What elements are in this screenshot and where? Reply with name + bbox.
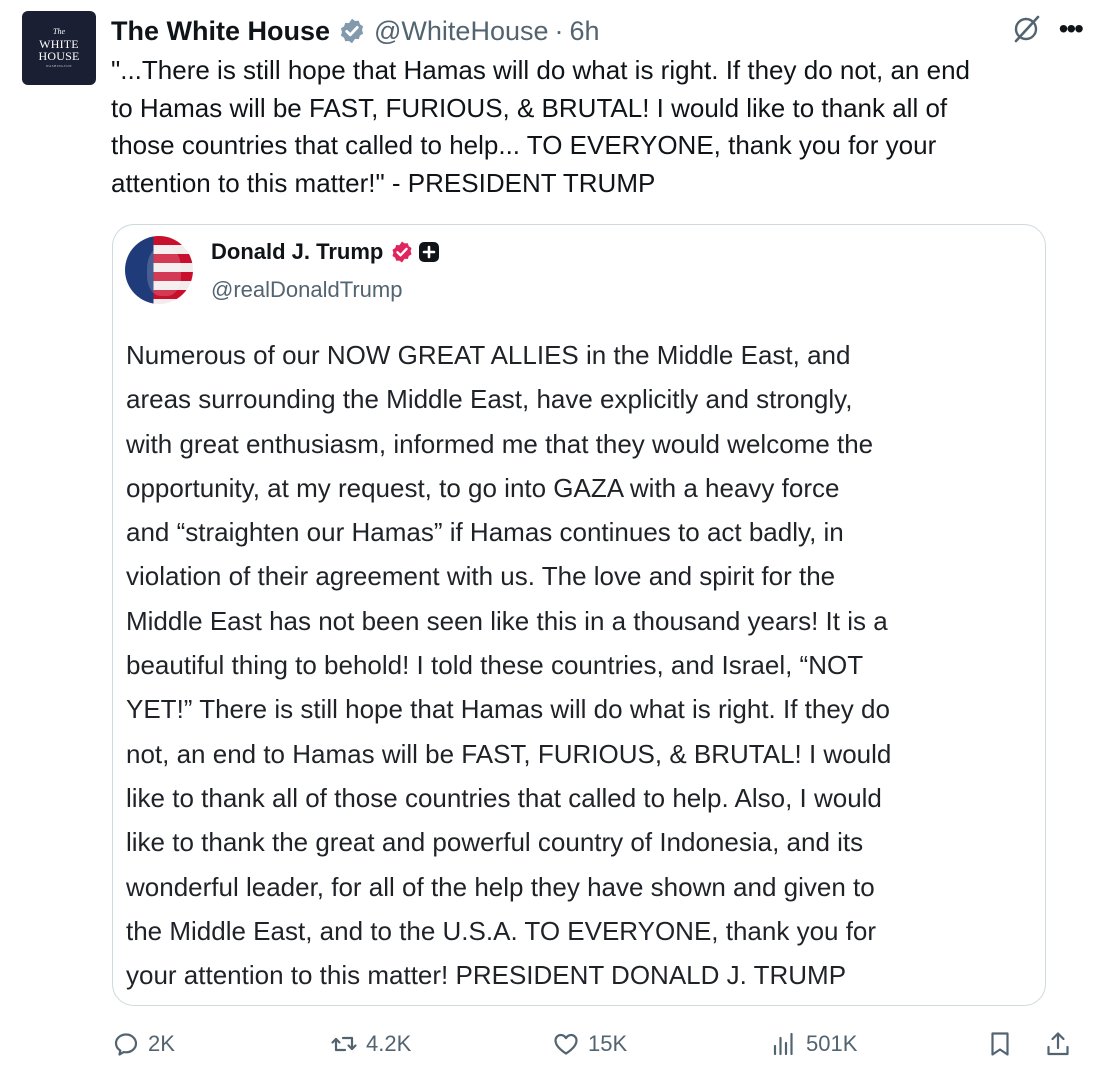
heart-icon xyxy=(554,1033,578,1055)
tweet-header: The White House @WhiteHouse · 6h xyxy=(111,14,600,48)
reply-button[interactable]: 2K xyxy=(112,1030,175,1058)
repost-button[interactable]: 4.2K xyxy=(330,1030,411,1058)
bookmark-icon xyxy=(991,1032,1009,1056)
affiliate-badge-icon xyxy=(419,242,440,262)
quoted-header: Donald J. Trump xyxy=(211,239,440,265)
quoted-author-name[interactable]: Donald J. Trump xyxy=(211,239,383,265)
action-bar: 2K 4.2K 15K 501K xyxy=(0,1030,1100,1070)
top-right-icons: ••• xyxy=(1011,14,1084,44)
more-options-icon[interactable]: ••• xyxy=(1059,15,1084,43)
like-count: 15K xyxy=(588,1031,628,1056)
bookmark-button[interactable] xyxy=(986,1030,1014,1058)
share-button[interactable] xyxy=(1044,1030,1072,1058)
grok-icon[interactable] xyxy=(1011,14,1041,44)
views-count: 501K xyxy=(806,1031,858,1056)
gray-verified-badge-icon xyxy=(340,18,364,44)
quoted-post[interactable]: Donald J. Trump @realDonaldTrump Numerou… xyxy=(112,224,1046,1006)
views-chart-icon xyxy=(773,1032,793,1056)
like-button[interactable]: 15K xyxy=(552,1030,627,1058)
author-handle[interactable]: @WhiteHouse xyxy=(374,16,548,47)
red-verified-badge-icon xyxy=(392,241,412,263)
tweet-text: "...There is still hope that Hamas will … xyxy=(111,55,970,198)
repost-icon xyxy=(331,1036,357,1052)
header-separator: · xyxy=(554,15,564,46)
tweet-time[interactable]: 6h xyxy=(570,16,600,47)
reply-icon xyxy=(114,1033,138,1056)
avatar-text-house: HOUSE xyxy=(38,49,80,63)
share-icon xyxy=(1047,1032,1069,1056)
reply-count: 2K xyxy=(148,1031,175,1056)
whitehouse-avatar[interactable]: The WHITE HOUSE WASHINGTON xyxy=(22,11,96,85)
views-button[interactable]: 501K xyxy=(770,1030,857,1058)
trump-avatar[interactable] xyxy=(125,236,193,304)
avatar-text-the: The xyxy=(53,27,65,36)
quoted-author-handle[interactable]: @realDonaldTrump xyxy=(211,277,402,303)
repost-count: 4.2K xyxy=(366,1031,412,1056)
quoted-text: Numerous of our NOW GREAT ALLIES in the … xyxy=(126,340,892,991)
author-name[interactable]: The White House xyxy=(111,16,330,47)
avatar-text-washington: WASHINGTON xyxy=(46,64,72,68)
